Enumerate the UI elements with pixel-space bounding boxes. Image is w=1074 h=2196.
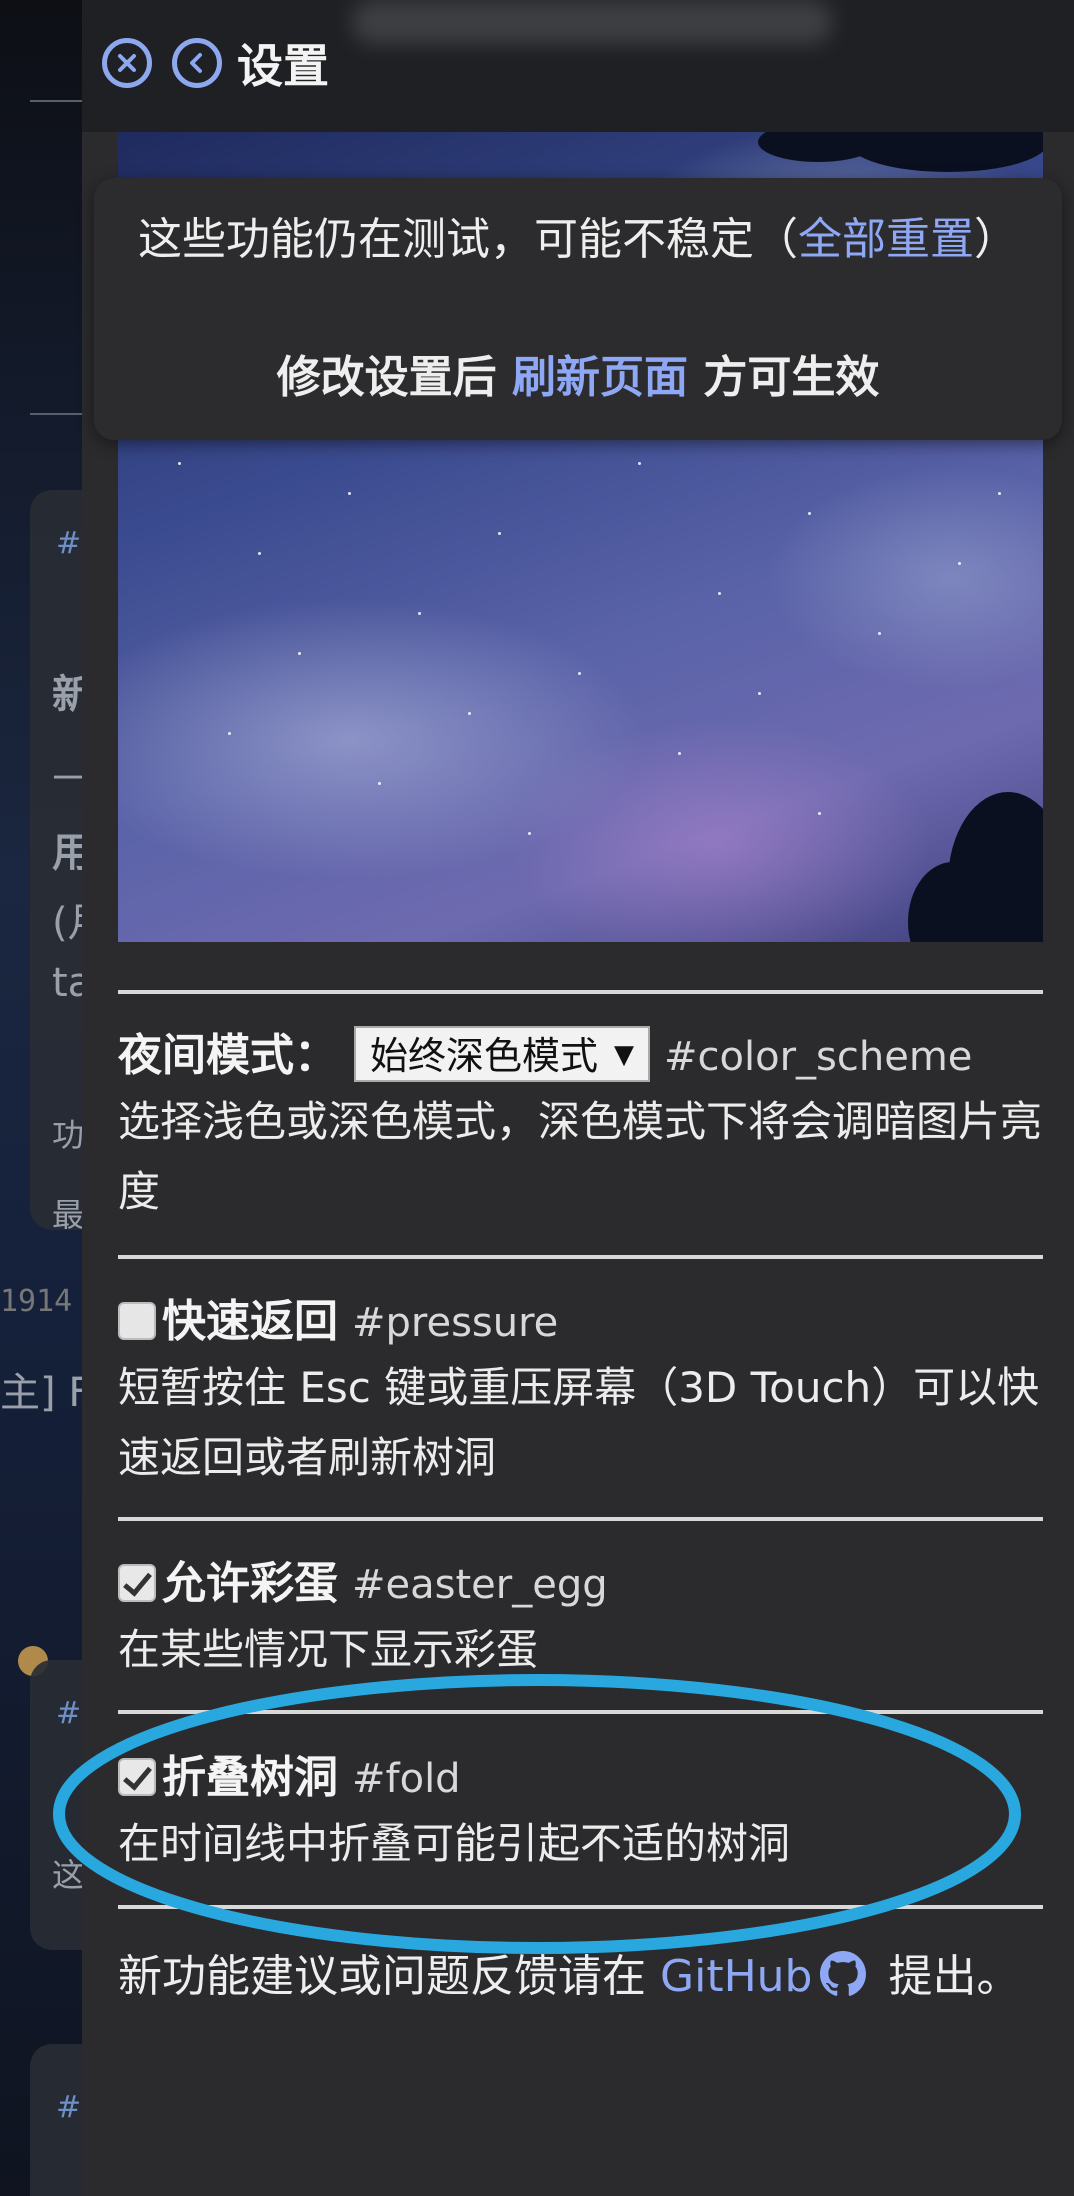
bg-text: 功	[52, 1116, 85, 1154]
setting-description: 在时间线中折叠可能引起不适的树洞	[118, 1819, 791, 1868]
divider	[118, 1255, 1043, 1259]
select-value: 始终深色模式	[370, 1034, 599, 1078]
setting-code: #pressure	[352, 1300, 559, 1346]
setting-fold: 折叠树洞 #fold 在时间线中折叠可能引起不适的树洞	[118, 1748, 1048, 1879]
fold-checkbox[interactable]	[118, 1758, 156, 1796]
setting-header: 夜间模式： 始终深色模式 ▼ #color_scheme	[118, 1026, 1048, 1087]
bg-text: 这	[52, 1856, 85, 1894]
pressure-checkbox[interactable]	[118, 1302, 156, 1340]
notice-text: 修改设置后	[276, 352, 512, 403]
foliage-silhouette	[848, 132, 1043, 172]
dropdown-arrow-icon: ▼	[614, 1040, 635, 1070]
notice-text: ）	[974, 214, 1018, 265]
footer-text: 提出。	[874, 1951, 1021, 2002]
color-scheme-select[interactable]: 始终深色模式 ▼	[354, 1026, 651, 1082]
close-circle-icon	[118, 54, 136, 72]
bg-text: 主] F	[0, 1370, 92, 1416]
dialog-title: 设置	[237, 39, 329, 93]
setting-color-scheme: 夜间模式： 始终深色模式 ▼ #color_scheme 选择浅色或深色模式，深色模式…	[118, 1026, 1048, 1227]
feedback-footer: 新功能建议或问题反馈请在 GitHub 提出。	[118, 1940, 1043, 2014]
close-button[interactable]	[102, 38, 152, 88]
header-blur	[352, 0, 832, 44]
setting-header: 折叠树洞 #fold	[118, 1748, 1048, 1809]
refresh-page-link[interactable]: 刷新页面	[512, 352, 688, 403]
setting-code: #color_scheme	[664, 1034, 973, 1080]
footer-text: 新功能建议或问题反馈请在	[118, 1951, 660, 2002]
setting-code: #fold	[352, 1756, 461, 1802]
setting-label: 折叠树洞	[162, 1752, 338, 1803]
notice-text: 这些功能仍在测试，可能不稳定（	[138, 214, 798, 265]
easter-egg-checkbox[interactable]	[118, 1564, 156, 1602]
bg-divider	[30, 413, 90, 415]
setting-label: 允许彩蛋	[162, 1558, 338, 1609]
bg-text: 1914	[0, 1284, 73, 1319]
setting-easter-egg: 允许彩蛋 #easter_egg 在某些情况下显示彩蛋	[118, 1554, 1048, 1685]
setting-code: #easter_egg	[352, 1562, 608, 1608]
setting-description: 短暂按住 Esc 键或重压屏幕（3D Touch）可以快速返回或者刷新树洞	[118, 1363, 1040, 1482]
notice-text: 方可生效	[688, 352, 880, 403]
setting-description: 在某些情况下显示彩蛋	[118, 1625, 539, 1674]
setting-description: 选择浅色或深色模式，深色模式下将会调暗图片亮度	[118, 1097, 1043, 1216]
refresh-notice: 修改设置后 刷新页面 方可生效	[94, 348, 1062, 408]
divider	[118, 1517, 1043, 1521]
reset-all-link[interactable]: 全部重置	[798, 214, 974, 265]
bg-divider	[30, 100, 90, 102]
back-button[interactable]	[172, 38, 222, 88]
dialog-header: 设置	[82, 0, 1074, 132]
bg-hash: #	[56, 1696, 82, 1731]
github-link[interactable]: GitHub	[660, 1951, 812, 2002]
bg-hash: #	[56, 526, 82, 561]
settings-dialog: 设置 这些功能仍在测试，可能不稳定（全部重置） 修改设置后 刷新页面 方可生效 …	[82, 0, 1074, 2196]
divider	[118, 1905, 1043, 1909]
setting-label: 夜间模式：	[118, 1030, 338, 1081]
github-icon[interactable]	[820, 1951, 867, 1997]
notice-message: 这些功能仍在测试，可能不稳定（全部重置）	[114, 206, 1042, 274]
back-circle-icon	[190, 53, 202, 73]
setting-header: 允许彩蛋 #easter_egg	[118, 1554, 1048, 1615]
setting-header: 快速返回 #pressure	[118, 1292, 1048, 1353]
setting-pressure: 快速返回 #pressure 短暂按住 Esc 键或重压屏幕（3D Touch）可…	[118, 1292, 1048, 1493]
divider	[118, 1710, 1043, 1714]
bg-hash: #	[56, 2090, 82, 2125]
divider	[118, 990, 1043, 994]
setting-label: 快速返回	[162, 1296, 338, 1347]
bg-text: 最	[52, 1196, 85, 1234]
notice-card: 这些功能仍在测试，可能不稳定（全部重置） 修改设置后 刷新页面 方可生效	[94, 178, 1062, 440]
